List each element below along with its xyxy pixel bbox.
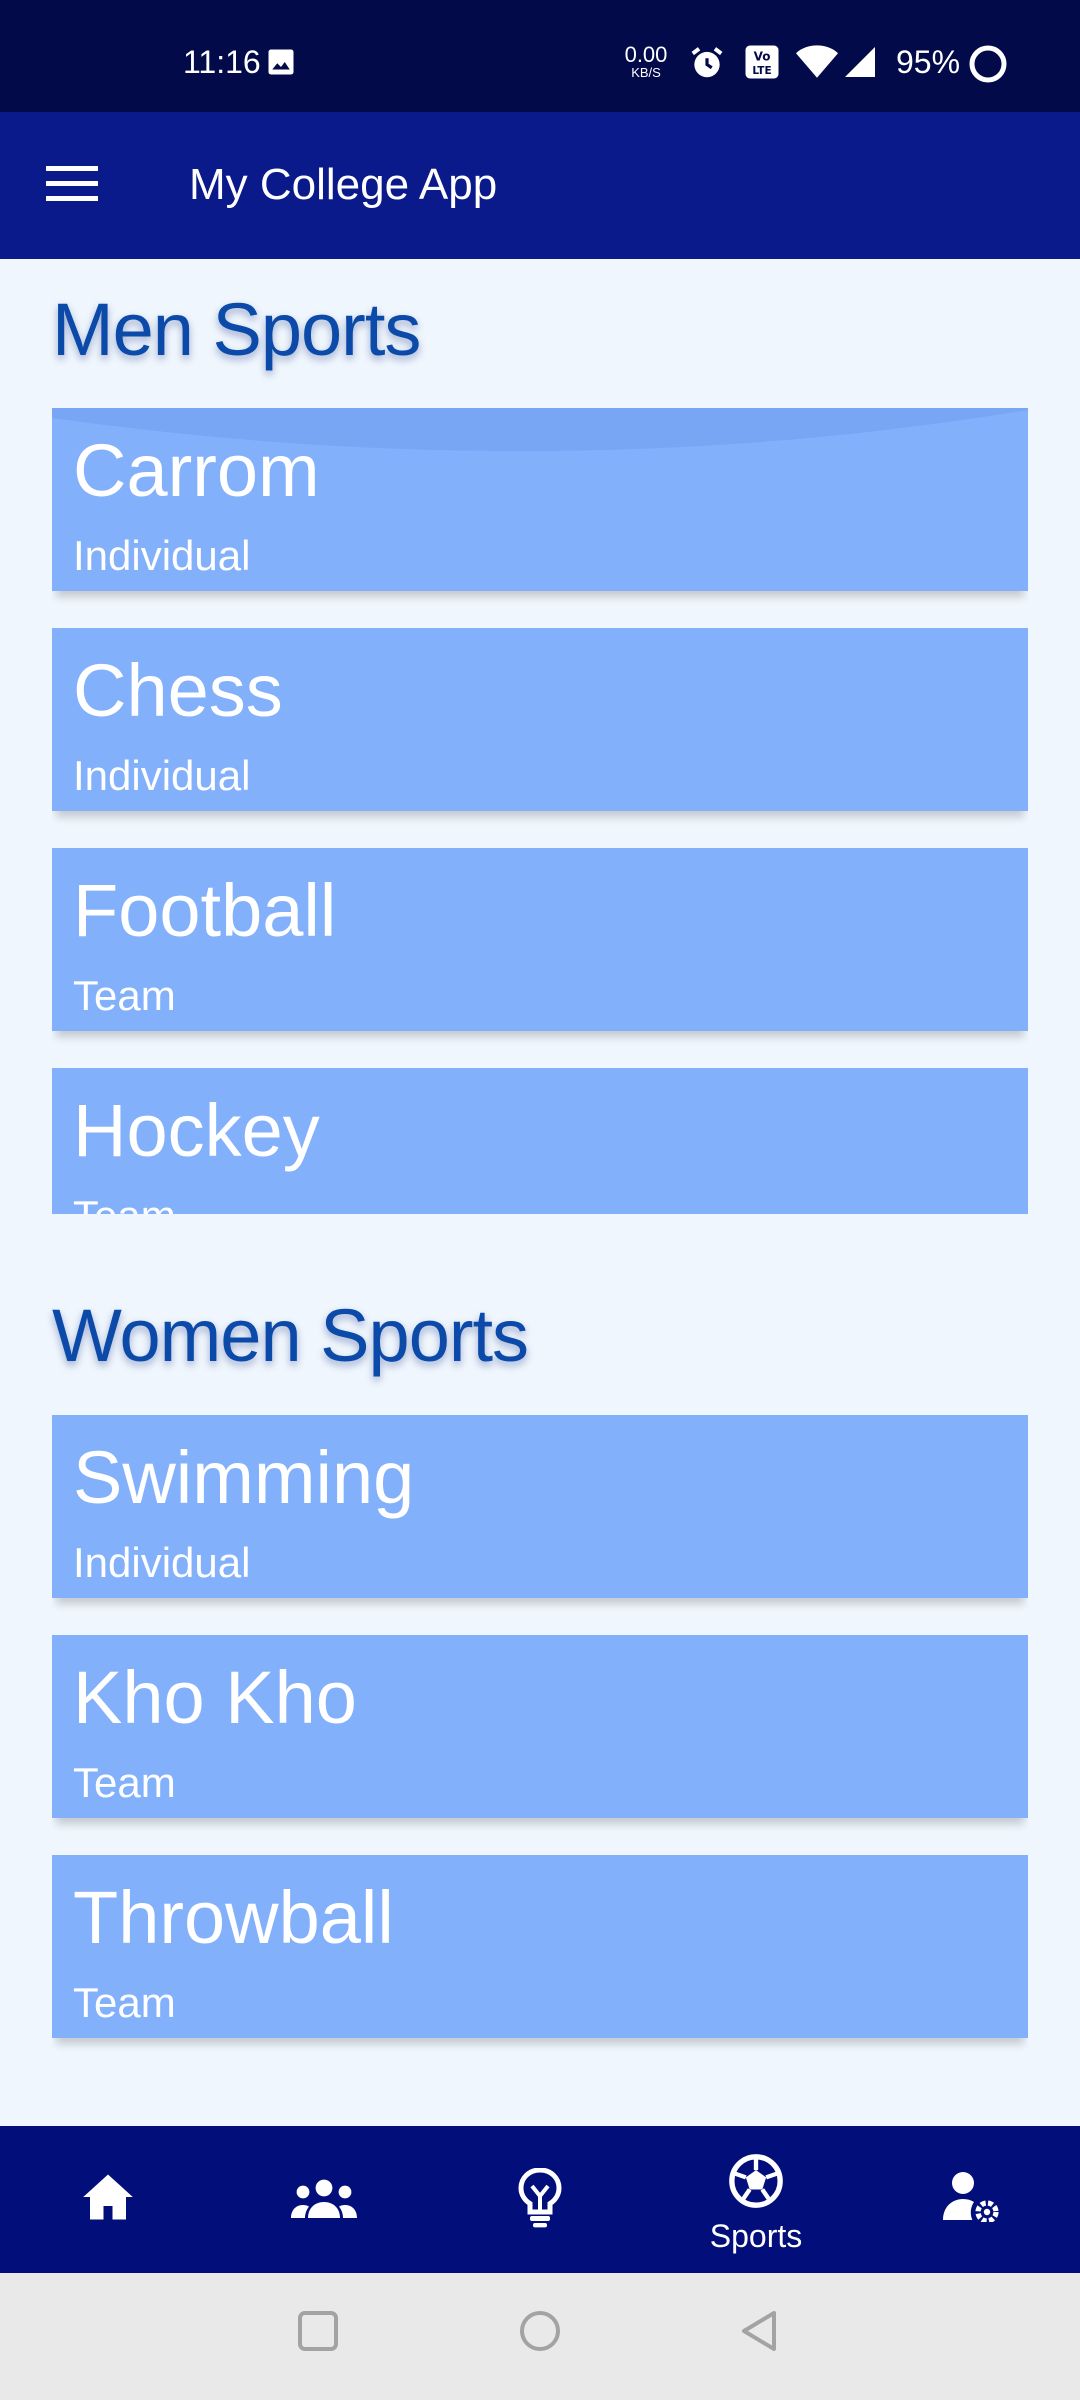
section-title-women-sports: Women Sports [52, 1294, 529, 1377]
svg-text:Vo: Vo [754, 50, 771, 64]
sport-type: Individual [73, 532, 251, 579]
volte-icon: Vo LTE [744, 44, 780, 85]
lightbulb-icon [518, 2168, 562, 2228]
sport-card-swimming-wrapper: Swimming Individual [52, 1415, 1028, 1635]
sport-card-kho-kho[interactable]: Kho Kho Team [52, 1635, 1028, 1818]
app-bar: My College App [0, 112, 1080, 259]
sport-name: Swimming [73, 1436, 415, 1519]
sport-name: Carrom [73, 429, 320, 512]
nav-home[interactable] [0, 2126, 216, 2273]
home-button-icon[interactable] [518, 2309, 562, 2353]
user-settings-icon [943, 2172, 999, 2222]
sport-card-chess[interactable]: Chess Individual [52, 628, 1028, 811]
sport-name: Kho Kho [73, 1656, 357, 1739]
recents-button-icon[interactable] [296, 2309, 340, 2353]
battery-percent: 95% [896, 44, 961, 80]
sport-card-carrom-wrapper: Carrom Individual [52, 408, 1028, 628]
sport-name: Football [73, 869, 337, 952]
sport-type: Individual [73, 752, 251, 799]
sport-card-carrom[interactable]: Carrom Individual [52, 408, 1028, 591]
back-button-icon[interactable] [738, 2309, 782, 2353]
sport-card-hockey[interactable]: Hockey Team [52, 1068, 1028, 1214]
sport-type: Team [73, 1195, 176, 1215]
sport-name: Hockey [73, 1089, 320, 1172]
nav-ideas[interactable] [432, 2126, 648, 2273]
menu-icon[interactable] [46, 164, 98, 204]
nav-groups[interactable] [216, 2126, 432, 2273]
sport-name: Chess [73, 649, 283, 732]
sport-card-throwball-wrapper: Throwball Team [52, 1855, 1028, 2075]
network-speed: 0.00 KB/S [620, 42, 672, 80]
sport-type: Individual [73, 1539, 251, 1586]
network-speed-value: 0.00 [624, 42, 668, 67]
bottom-nav: Sports [0, 2126, 1080, 2273]
svg-text:LTE: LTE [752, 65, 771, 77]
wifi-icon [796, 44, 838, 85]
app-title: My College App [189, 160, 498, 209]
gallery-notification-icon [266, 47, 296, 82]
soccer-ball-icon [729, 2154, 783, 2208]
battery-icon [968, 44, 1008, 89]
section-title-men-sports: Men Sports [52, 288, 421, 371]
sport-card-football[interactable]: Football Team [52, 848, 1028, 1031]
sport-card-chess-wrapper: Chess Individual [52, 628, 1028, 848]
nav-sports[interactable]: Sports [648, 2126, 864, 2273]
signal-icon [842, 44, 878, 85]
nav-profile-settings[interactable] [864, 2126, 1080, 2273]
sport-type: Team [73, 1759, 176, 1806]
nav-sports-label: Sports [709, 2218, 803, 2254]
home-icon [83, 2174, 133, 2220]
network-speed-unit: KB/S [631, 65, 661, 80]
sport-card-throwball[interactable]: Throwball Team [52, 1855, 1028, 2038]
status-bar: 11:16 0.00 KB/S Vo LTE 95% [0, 0, 1080, 112]
sport-type: Team [73, 972, 176, 1019]
sport-card-kho-kho-wrapper: Kho Kho Team [52, 1635, 1028, 1855]
sport-card-football-wrapper: Football Team [52, 848, 1028, 1068]
alarm-icon [688, 44, 726, 87]
sport-name: Throwball [73, 1876, 394, 1959]
sport-type: Team [73, 1979, 176, 2026]
sport-card-hockey-wrapper: Hockey Team [52, 1068, 1028, 1214]
sports-list[interactable]: Men Sports Carrom Individual Chess Indiv… [0, 259, 1080, 2126]
system-nav-bar [0, 2273, 1080, 2400]
group-icon [291, 2179, 357, 2218]
sport-card-swimming[interactable]: Swimming Individual [52, 1415, 1028, 1598]
status-time: 11:16 [183, 44, 261, 80]
